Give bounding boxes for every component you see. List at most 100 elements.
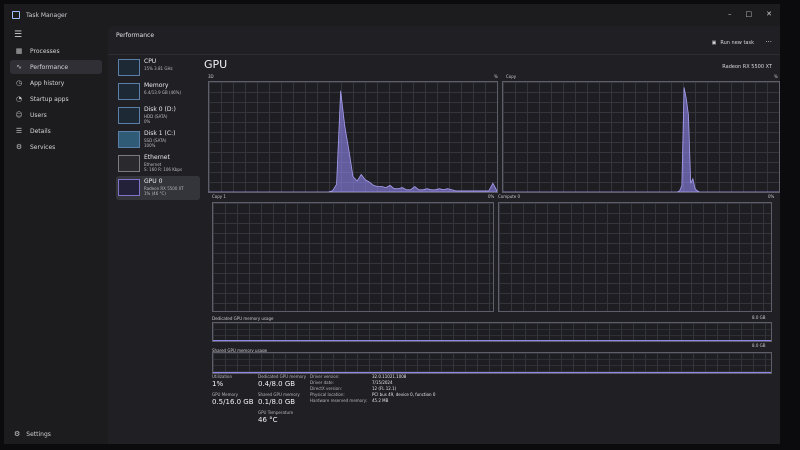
hamburger-menu-icon[interactable]: ☰ (14, 30, 22, 40)
stat-label: Dedicated GPU memory (258, 374, 307, 379)
shared-memory-max: 8.0 GB (752, 343, 766, 348)
nav-label: Startup apps (30, 95, 69, 103)
nav-label: Processes (30, 47, 60, 55)
gpu-title: GPU (204, 58, 228, 71)
graph-max-copy: % (774, 74, 778, 79)
puzzle-icon: ⚙ (15, 143, 23, 151)
stat-label: GPU Memory (212, 392, 238, 397)
resource-title: Disk 1 (C:) (144, 130, 176, 137)
resource-subtitle: 100% (144, 143, 156, 148)
graph-label-copy: Copy (506, 74, 517, 79)
graph-3d (208, 81, 498, 193)
detail-label: Physical location: (310, 392, 345, 397)
stat-shared-gpu-memory: Shared GPU memory 0.1/8.0 GB (258, 392, 300, 406)
run-new-task-button[interactable]: ▣ Run new task (712, 40, 754, 46)
minimize-button[interactable]: – (728, 10, 732, 18)
graph-label-compute-0: Compute 0 (498, 194, 521, 199)
grid-icon: ▦ (15, 47, 23, 55)
resource-memory[interactable]: Memory 6.4/13.9 GB (46%) (116, 80, 200, 104)
navigation-pane: ☰ ▦ Processes ∿ Performance ◷ App histor… (4, 26, 106, 444)
graph-3d-svg (209, 90, 497, 192)
stat-label: GPU Temperature (258, 410, 294, 415)
nav-label: Details (30, 127, 51, 135)
resource-cpu[interactable]: CPU 15% 3.81 GHz (116, 56, 200, 80)
series-copy-area (503, 87, 779, 192)
settings-label: Settings (26, 430, 51, 438)
close-button[interactable]: ✕ (766, 10, 772, 18)
window-title: Task Manager (26, 11, 68, 19)
nav-item-startup-apps[interactable]: ◔ Startup apps (10, 92, 102, 106)
stat-value: 46 °C (258, 416, 278, 424)
graph-copy-svg (503, 87, 779, 192)
disk-1-thumbnail-graph (118, 131, 140, 148)
resource-subtitle: 15% 3.81 GHz (144, 66, 173, 71)
nav-label: App history (30, 79, 65, 87)
stat-value: 0.4/8.0 GB (258, 380, 296, 388)
resource-ethernet[interactable]: Ethernet Ethernet S: 160 R: 106 Kbps (116, 152, 200, 176)
memory-thumbnail-graph (118, 83, 140, 100)
more-options-button[interactable]: ··· (765, 38, 772, 46)
nav-item-services[interactable]: ⚙ Services (10, 140, 102, 154)
resource-disk-0[interactable]: Disk 0 (D:) HDD (SATA) 0% (116, 104, 200, 128)
pulse-icon: ∿ (16, 63, 22, 71)
nav-item-processes[interactable]: ▦ Processes (10, 44, 102, 58)
stat-value: 0.5/16.0 GB (212, 398, 254, 406)
cpu-thumbnail-graph (118, 59, 140, 76)
nav-item-details[interactable]: ☰ Details (10, 124, 102, 138)
ethernet-thumbnail-graph (118, 155, 140, 172)
detail-value: 7/15/2024 (372, 380, 393, 385)
resource-subtitle: S: 160 R: 106 Kbps (144, 167, 183, 172)
resource-title: CPU (144, 58, 157, 65)
gear-icon: ⚙ (14, 430, 21, 438)
stat-label: Utilization (212, 374, 233, 379)
graph-copy (502, 81, 780, 193)
stat-value: 0.1/8.0 GB (258, 398, 296, 406)
graph-compute-0 (498, 202, 772, 312)
users-icon: ☺ (15, 111, 23, 119)
graph-label-3d: 3D (208, 74, 214, 79)
title-bar: Task Manager – □ ✕ (4, 4, 780, 26)
dedicated-memory-graph (212, 322, 772, 342)
resource-title: Disk 0 (D:) (144, 106, 176, 113)
settings-button[interactable]: ⚙ Settings (14, 430, 51, 438)
dedicated-memory-level (213, 340, 771, 341)
nav-label: Users (30, 111, 47, 119)
run-task-icon: ▣ (711, 40, 717, 46)
nav-label: Performance (30, 63, 69, 71)
resource-subtitle: 6.4/13.9 GB (46%) (144, 90, 182, 95)
stat-gpu-temperature: GPU Temperature 46 °C (258, 410, 293, 424)
stat-dedicated-gpu-memory: Dedicated GPU memory 0.4/8.0 GB (258, 374, 306, 388)
nav-item-performance[interactable]: ∿ Performance (10, 60, 102, 74)
graph-max-compute-0: 0% (768, 194, 775, 199)
disk-0-thumbnail-graph (118, 107, 140, 124)
graph-max-3d: % (494, 74, 498, 79)
graph-max-copy-1: 0% (488, 194, 495, 199)
resource-title: Memory (144, 82, 169, 89)
page-title: Performance (116, 32, 155, 39)
list-icon: ☰ (15, 127, 23, 135)
detail-value: 32.0.11021.1008 (372, 374, 407, 379)
speedometer-icon: ◔ (15, 95, 23, 103)
maximize-button[interactable]: □ (746, 10, 753, 18)
resource-gpu-0[interactable]: GPU 0 Radeon RX 5500 XT 1% (46 °C) (116, 176, 200, 200)
graph-copy-1 (212, 202, 494, 312)
gpu-thumbnail-graph (118, 179, 140, 196)
gpu-stats: Utilization 1% Dedicated GPU memory 0.4/… (212, 374, 772, 424)
nav-label: Services (30, 143, 56, 151)
detail-value: 12 (FL 12.1) (372, 386, 397, 391)
detail-value: 45.2 MB (372, 398, 389, 403)
detail-label: Driver date: (310, 380, 334, 385)
resource-subtitle: 1% (46 °C) (144, 191, 166, 196)
run-task-label: Run new task (720, 40, 754, 46)
dedicated-memory-max: 8.0 GB (752, 315, 766, 320)
task-manager-icon (12, 11, 20, 19)
gpu-model: Radeon RX 5500 XT (722, 64, 772, 70)
stat-label: Shared GPU memory (258, 392, 300, 397)
series-3d-area (209, 90, 497, 192)
detail-label: DirectX version: (310, 386, 342, 391)
resource-title: GPU 0 (144, 178, 163, 185)
resource-disk-1[interactable]: Disk 1 (C:) SSD (SATA) 100% (116, 128, 200, 152)
nav-item-users[interactable]: ☺ Users (10, 108, 102, 122)
resource-subtitle: 0% (144, 119, 151, 124)
nav-item-app-history[interactable]: ◷ App history (10, 76, 102, 90)
